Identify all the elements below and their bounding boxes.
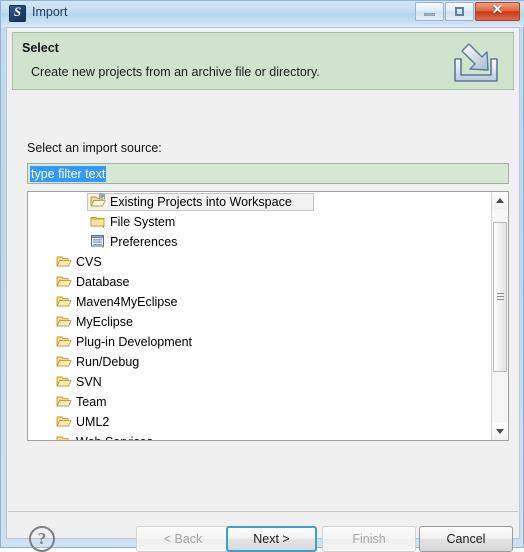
open-folder-project-icon: [90, 193, 106, 209]
tree-item-list: Existing Projects into Workspace File Sys…: [28, 192, 492, 440]
tree-item-content: File System: [90, 213, 175, 230]
footer-divider: [8, 511, 518, 512]
tree-item-myeclipse[interactable]: MyEclipse: [28, 312, 492, 332]
tree-item-content: Run/Debug: [56, 353, 139, 370]
open-folder-icon: [56, 253, 72, 269]
cancel-button[interactable]: Cancel: [419, 526, 513, 552]
tree-item-content: Maven4MyEclipse: [56, 293, 177, 310]
tree-item-database[interactable]: Database: [28, 272, 492, 292]
filter-input-value: type filter text: [30, 166, 107, 182]
scroll-down-arrow[interactable]: [492, 423, 508, 440]
tree-item-content: Team: [56, 393, 107, 410]
tree-item-label: Team: [76, 395, 107, 409]
page-title: Select: [22, 41, 59, 55]
close-icon: ✕: [491, 3, 504, 18]
back-button[interactable]: < Back: [136, 526, 230, 552]
page-description: Create new projects from an archive file…: [31, 65, 320, 79]
tree-item-content: Plug-in Development: [56, 333, 192, 350]
finish-button[interactable]: Finish: [322, 526, 416, 552]
scroll-down-arrow-glyph: [496, 429, 504, 434]
tree-item-content: UML2: [56, 413, 109, 430]
tree-item-label: UML2: [76, 415, 110, 429]
preferences-list-icon: [90, 233, 106, 249]
tree-item-label: Existing Projects into Workspace: [110, 195, 292, 209]
import-dialog-window: S Import ✕ Select Create new projects fr…: [0, 0, 524, 552]
tree-item-label: Run/Debug: [76, 355, 140, 369]
tree-item-label: Preferences: [110, 235, 178, 249]
tree-item-label: SVN: [76, 375, 102, 389]
open-folder-icon: [56, 313, 72, 329]
page-banner: Select Create new projects from an archi…: [12, 32, 514, 90]
help-icon[interactable]: ?: [29, 526, 55, 552]
filter-input[interactable]: type filter text: [27, 163, 509, 184]
open-folder-icon: [56, 433, 72, 440]
scrollbar-grip-icon: [497, 293, 504, 302]
tree-item-uml2[interactable]: UML2: [28, 412, 492, 432]
tree-item-run-debug[interactable]: Run/Debug: [28, 352, 492, 372]
dialog-client-area: Select Create new projects from an archi…: [6, 27, 520, 552]
tree-item-plug-in-development[interactable]: Plug-in Development: [28, 332, 492, 352]
tree-item-label: CVS: [76, 255, 102, 269]
tree-item-content: Web Services: [56, 433, 153, 440]
tree-item-team[interactable]: Team: [28, 392, 492, 412]
next-button[interactable]: Next >: [226, 526, 317, 552]
scroll-up-arrow[interactable]: [492, 192, 508, 209]
tree-item-content: CVS: [56, 253, 102, 270]
tree-item-content: Database: [56, 273, 130, 290]
open-folder-icon: [56, 293, 72, 309]
tree-item-cvs[interactable]: CVS: [28, 252, 492, 272]
tree-item-maven4myeclipse[interactable]: Maven4MyEclipse: [28, 292, 492, 312]
eclipse-icon-glyph: S: [13, 4, 22, 19]
maximize-button[interactable]: [445, 2, 474, 21]
tree-vertical-scrollbar[interactable]: [491, 192, 508, 440]
window-title: Import: [32, 5, 68, 19]
scroll-up-arrow-glyph: [496, 198, 504, 203]
tree-item-content: MyEclipse: [56, 313, 133, 330]
tree-item-label: Web Services: [76, 435, 153, 440]
open-folder-icon: [56, 273, 72, 289]
tree-item-label: File System: [110, 215, 176, 229]
open-folder-icon: [56, 373, 72, 389]
tree-item-label: Maven4MyEclipse: [76, 295, 178, 309]
import-source-label: Select an import source:: [27, 141, 162, 155]
open-folder-icon: [56, 413, 72, 429]
tree-item-content: Existing Projects into Workspace: [90, 193, 292, 210]
tree-item-label: Database: [76, 275, 130, 289]
eclipse-icon: S: [9, 4, 26, 22]
minimize-button[interactable]: [415, 2, 444, 21]
tree-item-content: SVN: [56, 373, 102, 390]
close-button[interactable]: ✕: [475, 2, 520, 21]
tree-item-content: Preferences: [90, 233, 177, 250]
import-arrow-into-tray-icon: [454, 43, 498, 82]
scrollbar-thumb[interactable]: [493, 222, 507, 372]
open-folder-icon: [56, 333, 72, 349]
tree-item-existing-projects-into-workspace[interactable]: Existing Projects into Workspace: [28, 192, 492, 212]
tree-item-preferences[interactable]: Preferences: [28, 232, 492, 252]
tree-item-file-system[interactable]: File System: [28, 212, 492, 232]
import-source-tree[interactable]: Existing Projects into Workspace File Sys…: [27, 191, 509, 441]
background-window-artifact: [79, 3, 97, 15]
tree-item-label: MyEclipse: [76, 315, 133, 329]
open-folder-icon: [56, 393, 72, 409]
title-bar[interactable]: S Import ✕: [1, 1, 524, 27]
open-folder-icon: [56, 353, 72, 369]
tree-item-web-services[interactable]: Web Services: [28, 432, 492, 440]
tree-item-label: Plug-in Development: [76, 335, 193, 349]
tree-item-svn[interactable]: SVN: [28, 372, 492, 392]
closed-folder-icon: [90, 213, 106, 229]
background-window-artifact-2: [141, 3, 162, 15]
